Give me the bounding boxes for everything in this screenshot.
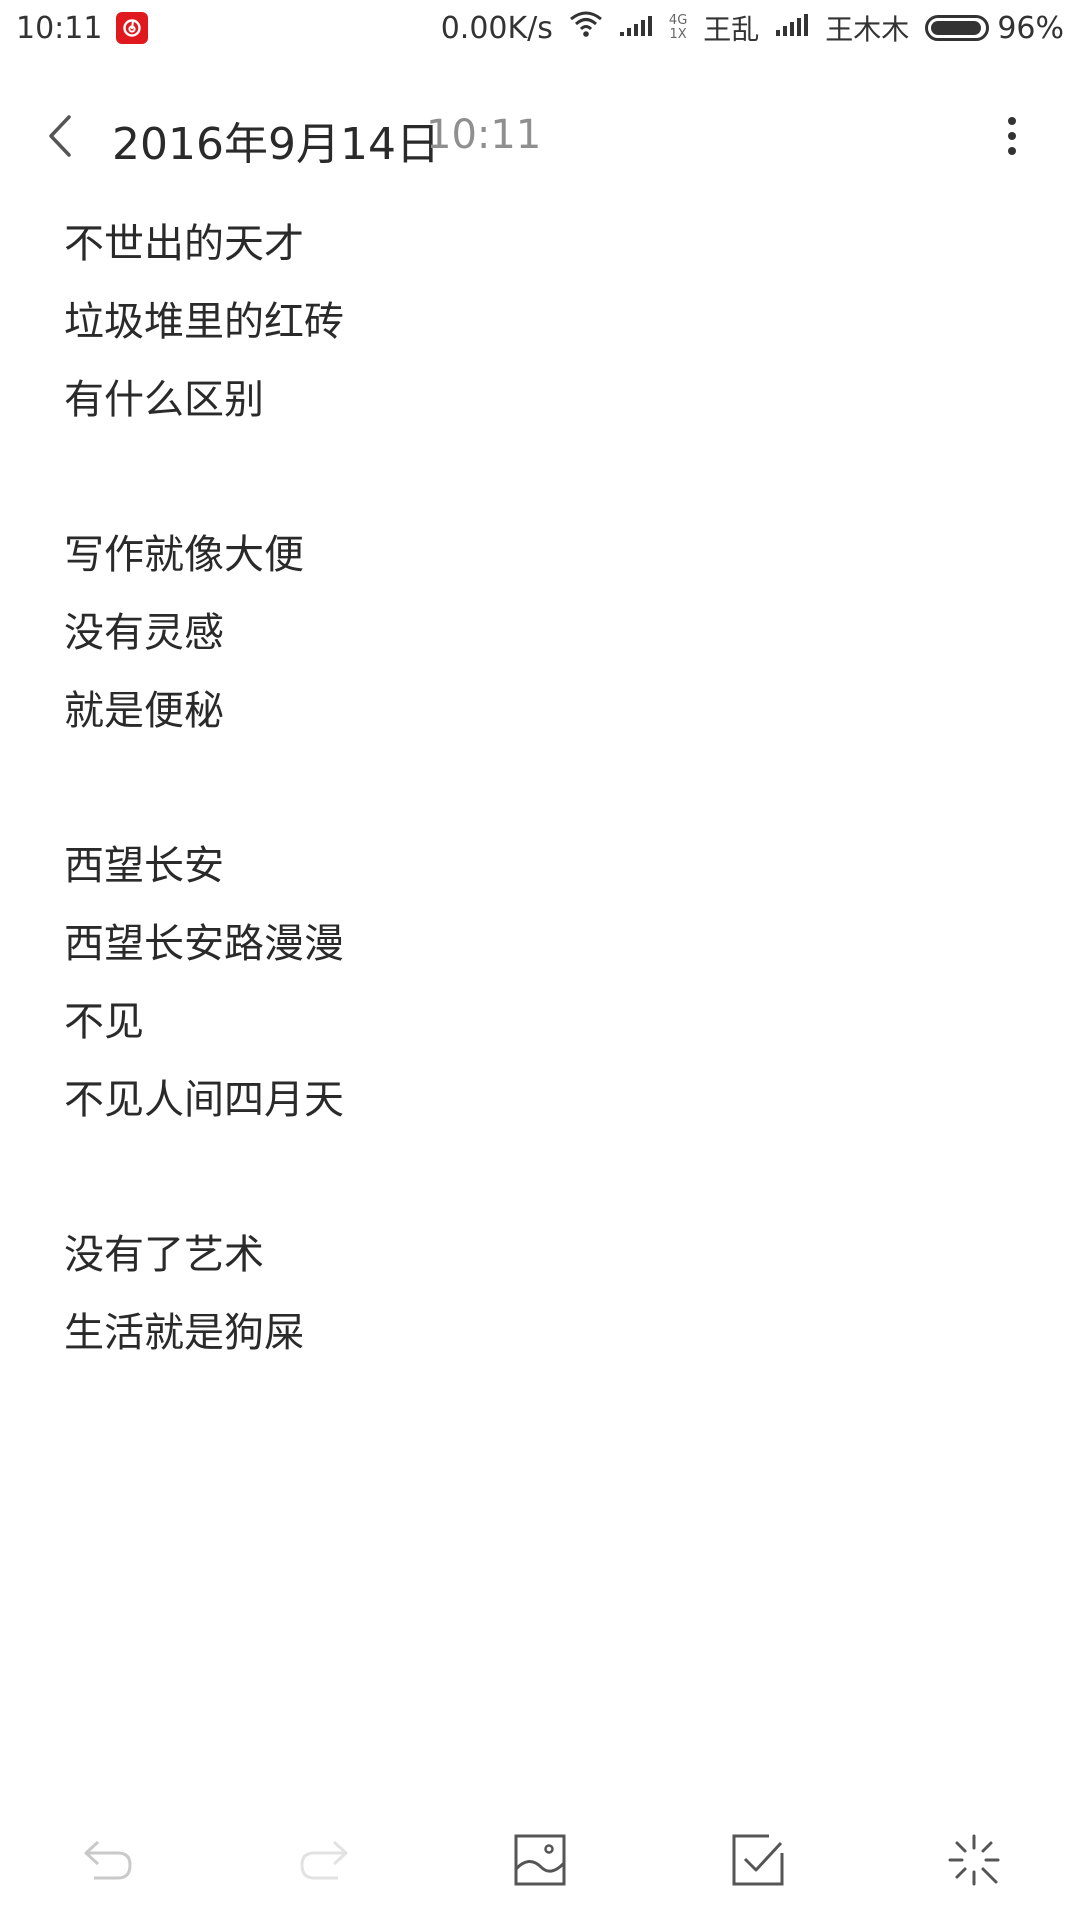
note-line: 西望长安 (64, 843, 224, 889)
note-line: 写作就像大便 (64, 532, 304, 578)
back-button[interactable] (36, 110, 84, 162)
magic-icon (948, 1834, 1000, 1886)
screen: 10:11 0.00K/s 4G 1X 王乱 王木木 96% 2016年9月14… (0, 0, 1080, 1920)
checklist-icon (732, 1834, 784, 1886)
magic-button[interactable] (934, 1820, 1014, 1900)
status-time: 10:11 (16, 10, 103, 46)
status-right: 0.00K/s 4G 1X 王乱 王木木 96% (441, 8, 1064, 48)
status-bar: 10:11 0.00K/s 4G 1X 王乱 王木木 96% (0, 0, 1080, 56)
status-left: 10:11 (16, 10, 149, 46)
network-type-bottom: 1X (669, 27, 687, 42)
note-time: 10:11 (426, 112, 542, 158)
note-line: 不世出的天才 (64, 221, 304, 267)
note-line: 不见 (64, 999, 144, 1045)
carrier-1: 王乱 (703, 13, 760, 46)
network-speed: 0.00K/s (440, 10, 553, 46)
signal-dotted-icon (619, 11, 653, 46)
insert-image-icon (514, 1834, 566, 1886)
more-dot-icon (1008, 147, 1016, 155)
more-dot-icon (1008, 132, 1016, 140)
note-line: 有什么区别 (64, 377, 264, 423)
battery: 96% (925, 11, 1064, 46)
chevron-left-icon (49, 115, 71, 157)
network-type-top: 4G (668, 13, 688, 28)
note-body[interactable]: 不世出的天才 垃圾堆里的红砖 有什么区别写作就像大便 没有灵感就是便秘西望长安西望长安… (64, 205, 1024, 1372)
carrier-2: 王木木 (825, 13, 910, 46)
note-header: 2016年9月14日 10:11 (0, 90, 1080, 180)
note-blank-line (64, 750, 1024, 827)
more-dot-icon (1008, 117, 1016, 125)
note-line: 没有灵感 (64, 610, 224, 656)
note-line: 不见人间四月天 (64, 1077, 344, 1123)
more-options-button[interactable] (990, 110, 1034, 162)
redo-icon (300, 1840, 348, 1880)
battery-percent: 96% (997, 10, 1064, 46)
note-line: 西望长安路漫漫 (64, 921, 344, 967)
undo-icon (84, 1840, 132, 1880)
note-blank-line (64, 1139, 1024, 1216)
battery-icon (925, 15, 990, 41)
undo-button[interactable] (68, 1820, 148, 1900)
note-line: 就是便秘 (64, 688, 224, 734)
bottom-toolbar (0, 1820, 1080, 1910)
redo-button[interactable] (284, 1820, 364, 1900)
note-line: 生活就是狗屎 (64, 1310, 304, 1356)
network-type-badge: 4G 1X (669, 14, 687, 42)
insert-image-button[interactable] (500, 1820, 580, 1900)
wifi-icon (569, 10, 603, 46)
battery-fill (931, 21, 982, 35)
note-blank-line (64, 439, 1024, 516)
note-line: 没有了艺术 (64, 1232, 264, 1278)
note-date: 2016年9月14日 (112, 119, 440, 170)
netease-music-icon (116, 12, 149, 44)
note-line: 垃圾堆里的红砖 (64, 299, 344, 345)
signal-icon (775, 11, 809, 46)
checklist-button[interactable] (718, 1820, 798, 1900)
